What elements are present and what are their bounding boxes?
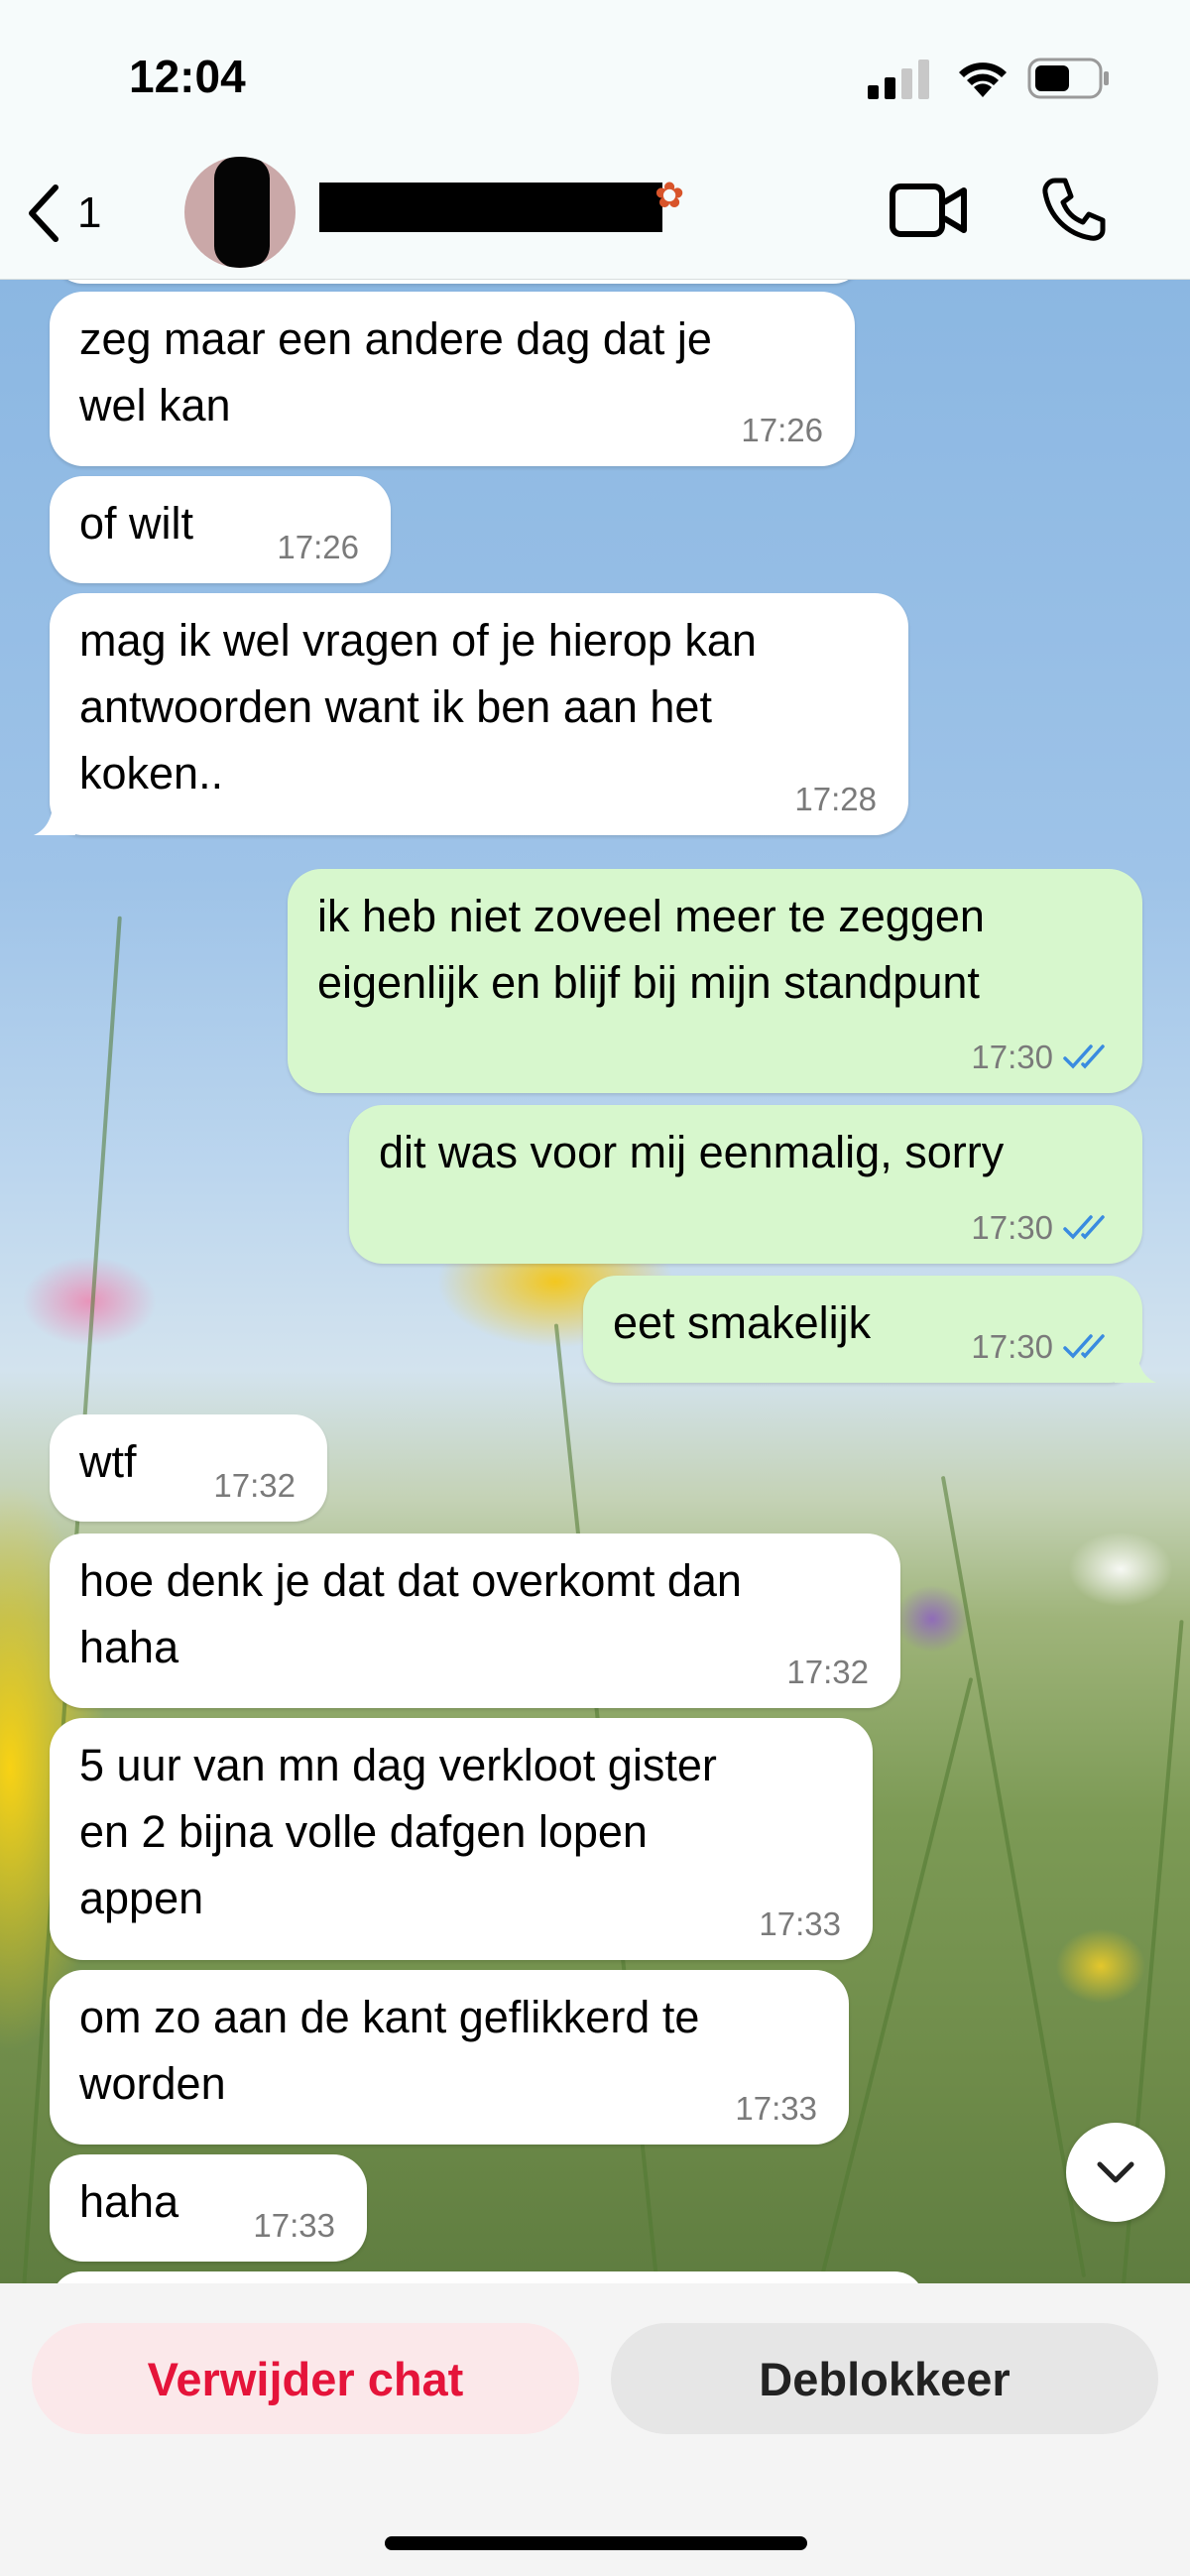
message-text: antwoorden want ik ben aan het [79, 681, 712, 732]
wifi-icon [959, 62, 1007, 97]
message-text: koken.. [79, 748, 224, 798]
message-bubble-incoming[interactable]: of wilt 17:26 [50, 476, 391, 583]
wallpaper-stem [940, 1475, 1087, 2278]
message-text: worden [79, 2058, 226, 2109]
message-time: 17:32 [213, 1467, 296, 1504]
chat-header: 12:04 1 ✿ [0, 0, 1190, 280]
message-text: mag ik wel vragen of je hierop kan [79, 615, 757, 666]
cellular-signal-icon [868, 60, 929, 99]
message-bubble-incoming[interactable]: wtf 17:32 [50, 1414, 327, 1522]
message-bubble-incoming[interactable]: mag ik wel vragen of je hierop kan antwo… [50, 593, 908, 835]
message-text: zeg maar een andere dag dat je [79, 313, 712, 364]
chevron-down-icon [1097, 2161, 1134, 2183]
battery-icon [1027, 58, 1109, 99]
message-bubble-partial[interactable] [52, 2271, 924, 2283]
home-indicator[interactable] [385, 2536, 807, 2550]
message-text: appen [79, 1873, 204, 1923]
message-time: 17:30 [971, 1328, 1053, 1365]
message-bubble-incoming[interactable]: zeg maar een andere dag dat je wel kan 1… [50, 292, 855, 466]
lobster-emoji-icon: ✿ [654, 175, 685, 215]
blocked-contact-actions: Verwijder chat Deblokkeer [0, 2283, 1190, 2576]
delete-chat-button[interactable]: Verwijder chat [32, 2323, 579, 2434]
unblock-button[interactable]: Deblokkeer [611, 2323, 1158, 2434]
back-button[interactable]: 1 [24, 179, 133, 248]
message-text: en 2 bijna volle dafgen lopen [79, 1806, 648, 1857]
message-bubble-partial[interactable] [52, 280, 865, 284]
contact-name[interactable] [319, 183, 662, 232]
message-text: om zo aan de kant geflikkerd te [79, 1992, 700, 2042]
message-bubble-incoming[interactable]: haha 17:33 [50, 2154, 367, 2262]
message-time: 17:33 [253, 2207, 335, 2244]
scroll-to-bottom-button[interactable] [1066, 2123, 1165, 2222]
message-text: ik heb niet zoveel meer te zeggen [317, 891, 985, 941]
chat-messages-area[interactable]: zeg maar een andere dag dat je wel kan 1… [0, 280, 1190, 2283]
message-text: dit was voor mij eenmalig, sorry [379, 1127, 1005, 1177]
video-call-icon[interactable] [889, 181, 968, 240]
message-time: 17:26 [277, 529, 359, 565]
message-time: 17:26 [741, 412, 823, 448]
message-bubble-outgoing[interactable]: ik heb niet zoveel meer te zeggen eigenl… [288, 869, 1142, 1093]
message-time: 17:30 [971, 1039, 1053, 1075]
unread-count: 1 [77, 188, 102, 237]
chevron-left-icon [29, 184, 59, 242]
message-time: 17:30 [971, 1209, 1053, 1246]
message-time: 17:33 [759, 1905, 841, 1942]
message-bubble-incoming[interactable]: 5 uur van mn dag verkloot gister en 2 bi… [50, 1718, 873, 1960]
bubble-tail [1115, 1343, 1156, 1383]
avatar-redaction [214, 157, 270, 268]
message-bubble-outgoing[interactable]: eet smakelijk 17:30 [583, 1276, 1142, 1383]
message-text: hoe denk je dat dat overkomt dan [79, 1555, 742, 1606]
message-text: eigenlijk en blijf bij mijn standpunt [317, 957, 980, 1008]
read-checkmarks-icon [1063, 1334, 1105, 1359]
message-bubble-outgoing[interactable]: dit was voor mij eenmalig, sorry 17:30 [349, 1105, 1142, 1264]
message-text: wel kan [79, 380, 231, 430]
message-time: 17:32 [786, 1654, 869, 1690]
message-time: 17:33 [735, 2090, 817, 2127]
status-time: 12:04 [129, 51, 246, 102]
phone-icon[interactable] [1041, 177, 1107, 242]
read-checkmarks-icon [1063, 1215, 1105, 1240]
message-text: haha [79, 1622, 179, 1672]
avatar[interactable] [184, 157, 296, 268]
message-bubble-incoming[interactable]: hoe denk je dat dat overkomt dan haha 17… [50, 1533, 900, 1708]
message-time: 17:28 [794, 781, 877, 817]
read-checkmarks-icon [1063, 1044, 1105, 1069]
message-text: 5 uur van mn dag verkloot gister [79, 1740, 717, 1790]
bubble-tail [34, 796, 75, 835]
message-bubble-incoming[interactable]: om zo aan de kant geflikkerd te worden 1… [50, 1970, 849, 2145]
